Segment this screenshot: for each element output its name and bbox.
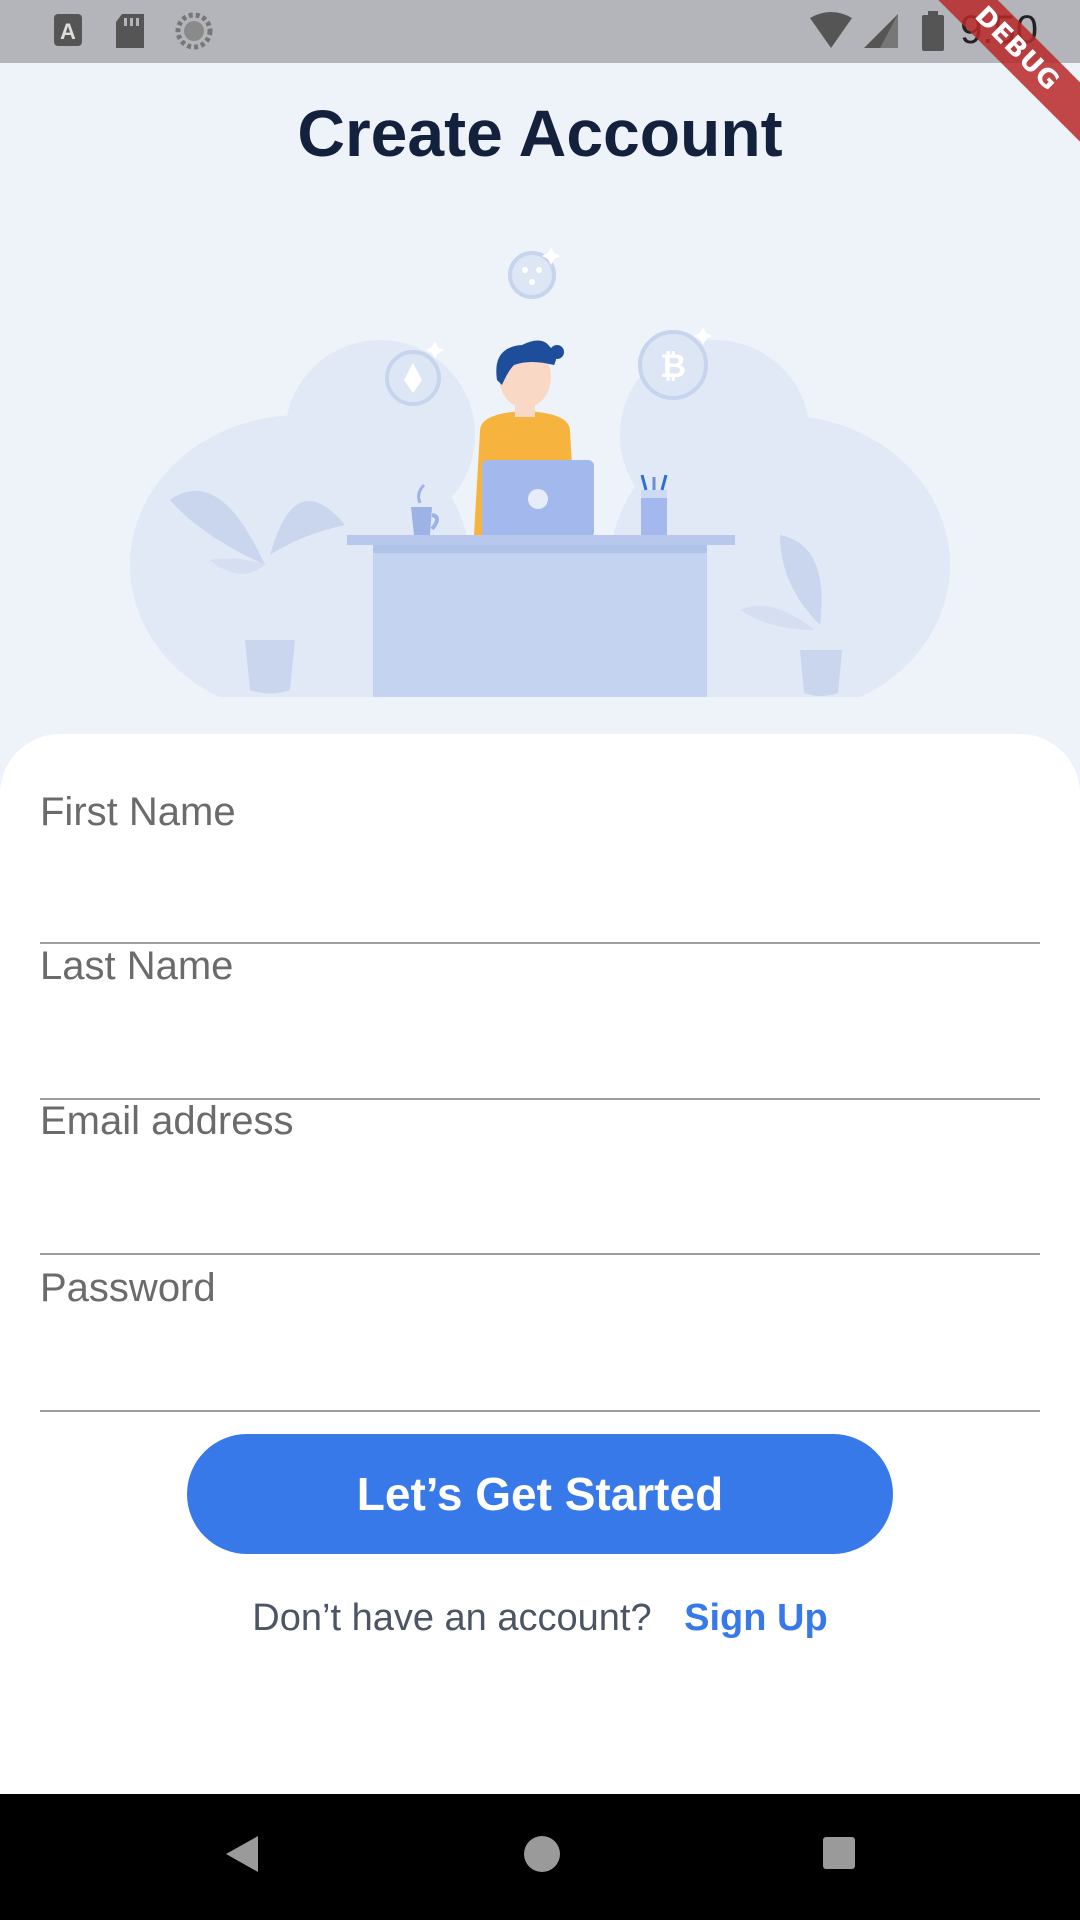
sign-up-link[interactable]: Sign Up <box>684 1597 828 1639</box>
first-name-input[interactable] <box>40 790 1040 835</box>
svg-text:₿: ₿ <box>660 347 686 385</box>
password-field <box>40 1266 1040 1412</box>
first-name-field <box>40 790 1040 944</box>
sd-card-icon <box>116 14 144 48</box>
status-bar: A 9:50 <box>0 0 1080 63</box>
get-started-button[interactable]: Let’s Get Started <box>187 1434 893 1554</box>
email-input[interactable] <box>40 1099 1040 1144</box>
email-field <box>40 1099 1040 1255</box>
battery-icon <box>922 11 944 51</box>
keyboard-a-icon: A <box>54 14 82 46</box>
navigation-bar <box>0 1794 1080 1920</box>
last-name-input[interactable] <box>40 944 1040 989</box>
hero-illustration: ₿ <box>130 247 950 697</box>
back-icon[interactable] <box>222 1832 262 1876</box>
page-title: Create Account <box>297 96 783 170</box>
password-input[interactable] <box>40 1266 1040 1311</box>
last-name-field <box>40 944 1040 1100</box>
home-icon[interactable] <box>520 1832 564 1876</box>
recents-icon[interactable] <box>820 1834 858 1872</box>
cell-signal-icon <box>864 14 898 48</box>
loading-circle-icon <box>175 12 213 50</box>
svg-text:A: A <box>60 19 76 44</box>
signup-row: Don’t have an account? Sign Up <box>0 1597 1080 1640</box>
signup-prompt-text: Don’t have an account? <box>252 1597 652 1639</box>
wifi-icon <box>810 12 852 48</box>
